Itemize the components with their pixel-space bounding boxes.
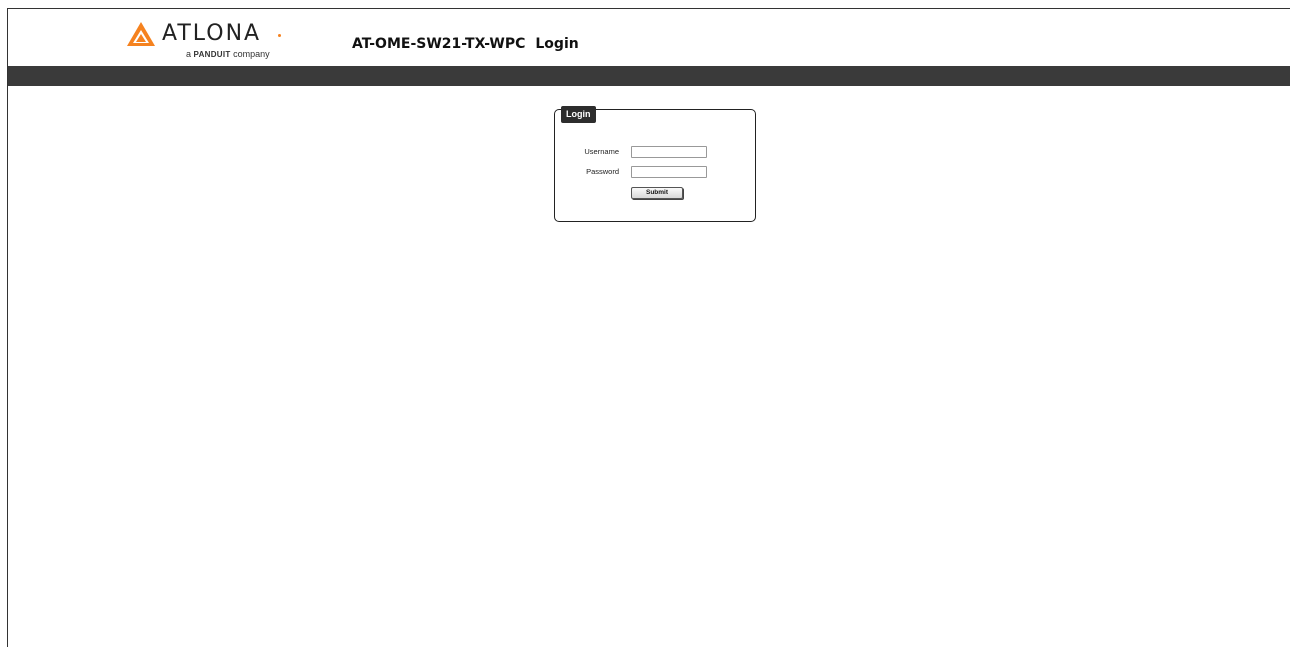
tagline-prefix: a [186, 49, 192, 59]
model-name: AT-OME-SW21-TX-WPC [352, 36, 526, 52]
login-legend: Login [561, 106, 596, 123]
page-name: Login [535, 36, 579, 52]
tagline-suffix: company [233, 49, 270, 59]
panduit-logo: PANDUIT [193, 50, 231, 59]
brand-name: ATLONA [162, 21, 262, 46]
brand-dot [278, 34, 281, 37]
login-form: Login Username Password Submit [554, 106, 756, 222]
page-frame [7, 8, 1290, 647]
password-row: Password [555, 166, 755, 180]
password-input[interactable] [631, 166, 707, 178]
page-title: AT-OME-SW21-TX-WPC Login [352, 36, 579, 52]
username-label: Username [584, 147, 619, 156]
atlona-logo: ATLONA a PANDUIT company [126, 19, 296, 59]
nav-bar [8, 66, 1290, 86]
password-label: Password [586, 167, 619, 176]
brand-tagline: a PANDUIT company [186, 49, 270, 60]
header: ATLONA a PANDUIT company AT-OME-SW21-TX-… [8, 9, 1290, 66]
submit-button[interactable]: Submit [631, 187, 683, 199]
username-row: Username [555, 146, 755, 160]
atlona-logo-icon [127, 22, 155, 46]
username-input[interactable] [631, 146, 707, 158]
